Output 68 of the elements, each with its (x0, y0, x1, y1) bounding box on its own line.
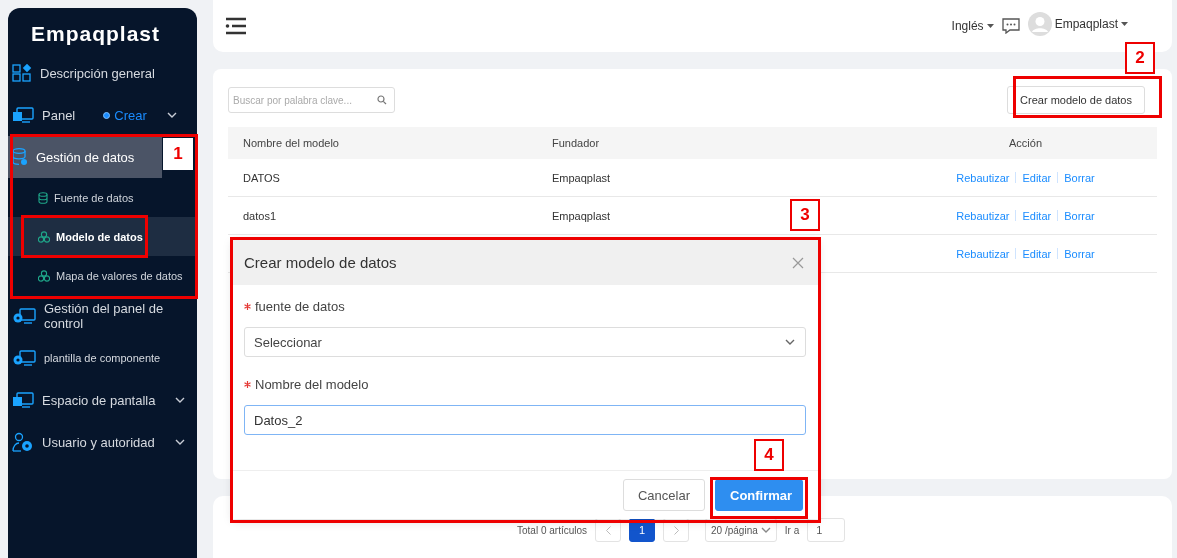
monitor-icon (12, 392, 34, 408)
action-link[interactable]: Editar (1022, 171, 1052, 184)
caret-icon (1121, 22, 1128, 26)
cluster-icon (38, 230, 50, 243)
chevron-right-icon (673, 525, 679, 535)
step-number: 2 (1125, 42, 1155, 74)
goto-label: Ir a (784, 524, 800, 536)
field-label: Nombre del modelo (255, 377, 369, 392)
close-icon (792, 256, 804, 269)
app-logo: Empaqplast (30, 21, 162, 47)
table-cell: Empaqplast (552, 171, 611, 184)
monitor-gear-icon (12, 308, 36, 324)
dialog-title: Crear modelo de datos (244, 254, 397, 271)
action-link[interactable]: Borrar (1064, 247, 1095, 260)
avatar-icon (1027, 12, 1052, 36)
chevron-down-icon (760, 527, 771, 533)
table-cell: DATOS (243, 171, 280, 184)
nav-item[interactable]: Panel Crear (8, 94, 197, 136)
step-number: 4 (754, 439, 784, 471)
chevron-down-icon (174, 439, 185, 445)
chevron-down-icon (175, 397, 186, 403)
submenu-item[interactable]: Mapa de valores de datos (8, 256, 197, 295)
nav-item[interactable]: Gestión del panel de control (8, 295, 197, 337)
column-header: Nombre del modelo (242, 137, 340, 149)
nav-item[interactable]: Usuario y autoridad (8, 421, 197, 463)
nav-item[interactable]: plantilla de componente (8, 337, 197, 379)
submenu-item[interactable]: Fuente de datos (8, 178, 197, 217)
action-link[interactable]: Rebautizar (956, 209, 1010, 222)
table-cell: Empaqplast (552, 209, 611, 222)
action-link[interactable]: Editar (1022, 209, 1052, 222)
table-cell: datos1 (243, 209, 277, 222)
search-icon (377, 95, 387, 105)
user-menu[interactable]: Empaqplast (1054, 17, 1128, 31)
monitor-gear-icon (12, 350, 36, 366)
action-link[interactable]: Borrar (1064, 171, 1095, 184)
action-link[interactable]: Editar (1022, 247, 1052, 260)
total-count: Total 0 artículos (517, 524, 588, 536)
message-icon (1001, 18, 1020, 34)
cancel-button[interactable]: Cancelar (622, 479, 705, 511)
database-icon (12, 148, 28, 166)
database-icon (38, 191, 48, 204)
action-link[interactable]: Borrar (1064, 209, 1095, 222)
text-field[interactable]: Datos_2 (244, 405, 806, 435)
column-header: Acción (1008, 137, 1043, 149)
chevron-left-icon (605, 525, 611, 535)
monitor-icon (12, 107, 34, 123)
nav-item[interactable]: Descripción general (8, 52, 197, 94)
action-link[interactable]: Rebautizar (956, 171, 1010, 184)
goto-field[interactable]: 1 (807, 518, 846, 542)
user-gear-icon (12, 432, 34, 452)
caret-icon (986, 24, 994, 28)
action-link[interactable]: Rebautizar (956, 247, 1010, 260)
chevron-down-icon (166, 112, 177, 118)
cluster-icon (38, 269, 50, 282)
step-number: 1 (163, 138, 193, 170)
nav-item[interactable]: Gestión de datos (8, 136, 162, 178)
menu-icon (225, 17, 247, 35)
grid-icon (12, 64, 32, 82)
nav-item[interactable]: Espacio de pantalla (8, 379, 197, 421)
select-field[interactable]: Seleccionar (244, 327, 806, 357)
language-dropdown[interactable]: Inglés (951, 19, 994, 33)
search-field[interactable]: Buscar por palabra clave... (228, 87, 395, 113)
chevron-down-icon (785, 339, 795, 345)
column-header: Fundador (552, 137, 601, 149)
create-model-button[interactable]: Crear modelo de datos (1007, 86, 1145, 114)
create-badge[interactable]: Crear (103, 107, 147, 123)
field-label: fuente de datos (255, 299, 345, 314)
step-number: 3 (790, 199, 820, 231)
